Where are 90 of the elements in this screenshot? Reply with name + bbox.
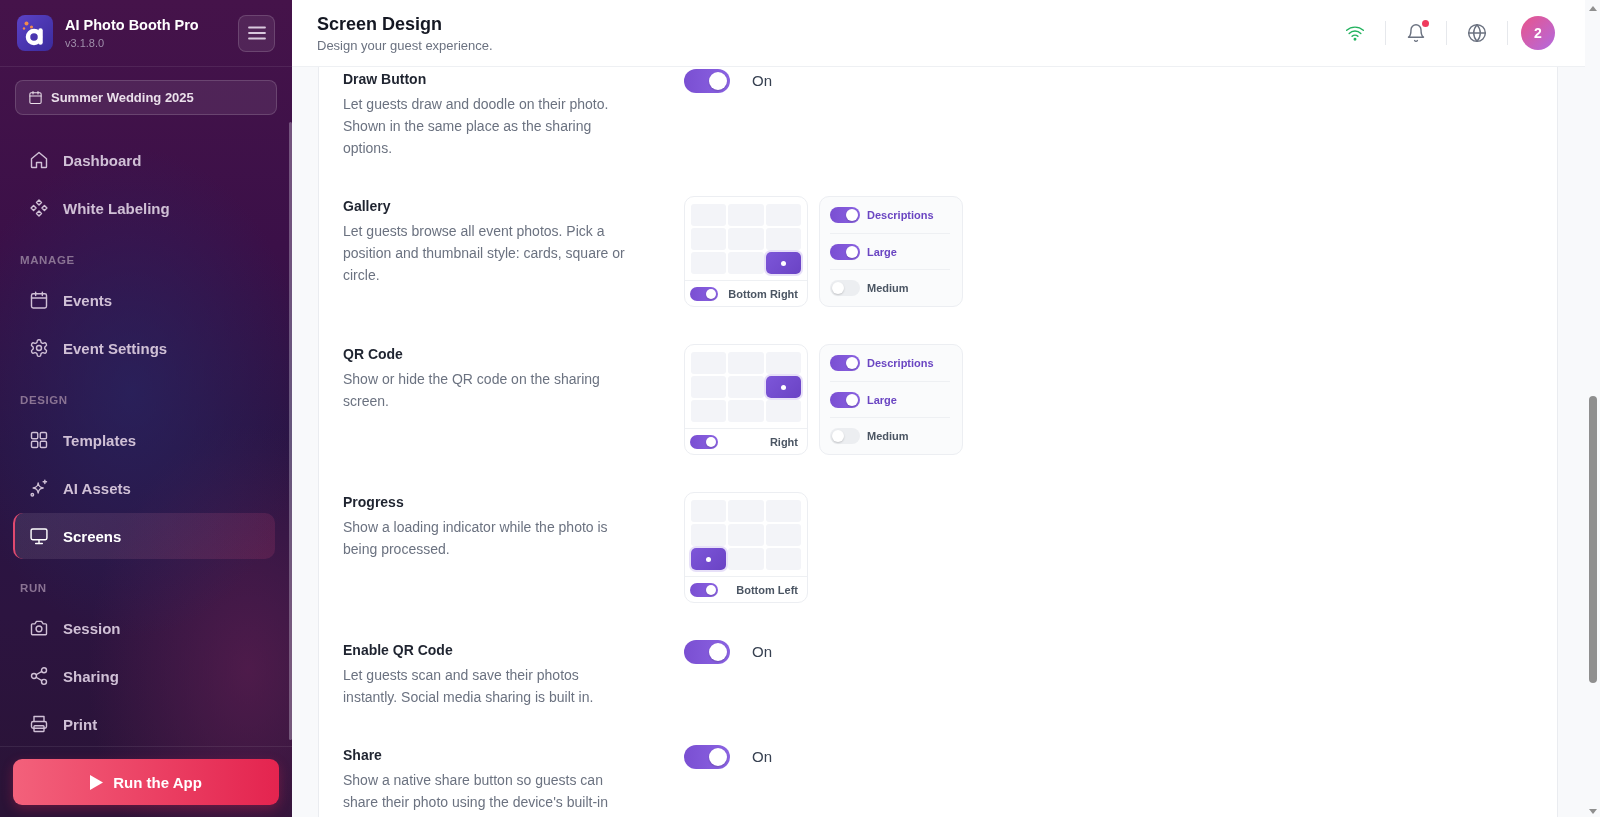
setting-description: Show a native share button so guests can share their photo using the device's built-in xyxy=(343,771,609,812)
nav-item[interactable]: Templates xyxy=(13,417,275,463)
nav-item[interactable]: White Labeling xyxy=(13,185,275,231)
position-cell[interactable] xyxy=(765,252,801,274)
camera-icon xyxy=(29,618,49,638)
section-label: DESIGN xyxy=(19,393,69,408)
scrollbar-thumb[interactable] xyxy=(1588,396,1597,683)
home-icon xyxy=(29,150,49,170)
toggle-switch[interactable] xyxy=(684,745,730,769)
position-cell[interactable] xyxy=(728,252,764,274)
calendar-icon xyxy=(28,90,43,105)
position-cell[interactable] xyxy=(728,376,764,398)
toggle-switch[interactable] xyxy=(830,428,860,445)
nav-item[interactable]: AI Assets xyxy=(13,465,275,511)
setting-description: Show a loading indicator while the photo is being processed. xyxy=(343,518,609,559)
toggle-switch[interactable] xyxy=(830,280,860,297)
event-selector[interactable]: Summer Wedding 2025 xyxy=(15,80,277,115)
option-label: Medium xyxy=(867,282,909,295)
page-subtitle: Design your guest experience. xyxy=(317,37,494,54)
diamonds-icon xyxy=(29,198,49,218)
user-avatar[interactable]: 2 xyxy=(1521,16,1555,50)
toggle-state-label: On xyxy=(752,71,772,91)
app-name: AI Photo Booth Pro xyxy=(65,16,200,34)
toggle-state-label: On xyxy=(752,747,772,767)
option-label: Descriptions xyxy=(867,356,934,369)
dot-icon xyxy=(706,556,712,562)
grid-icon xyxy=(29,430,49,450)
toggle-switch[interactable] xyxy=(684,640,730,664)
toggle-state-label: On xyxy=(752,642,772,662)
share-icon xyxy=(29,666,49,686)
position-cell[interactable] xyxy=(691,548,727,570)
position-label: Bottom Left xyxy=(736,583,798,596)
toggle-switch[interactable] xyxy=(830,243,860,260)
position-cell[interactable] xyxy=(765,352,801,374)
setting-description: Show or hide the QR code on the sharing screen. xyxy=(343,370,601,411)
setting-title: Enable QR Code xyxy=(343,641,454,660)
toggle-switch[interactable] xyxy=(690,434,718,449)
version-label: v3.1.8.0 xyxy=(65,37,106,50)
sparkle-icon xyxy=(29,478,49,498)
nav-item[interactable]: Sharing xyxy=(13,653,275,699)
monitor-icon xyxy=(29,526,49,546)
nav-item[interactable]: Session xyxy=(13,605,275,651)
setting-title: Share xyxy=(343,746,383,765)
option-label: Large xyxy=(867,393,897,406)
position-cell[interactable] xyxy=(691,524,727,546)
toggle-switch[interactable] xyxy=(684,69,730,93)
app-logo-icon xyxy=(17,15,53,51)
bell-icon[interactable] xyxy=(1406,23,1426,43)
toggle-switch[interactable] xyxy=(830,206,860,223)
nav-item[interactable]: Screens xyxy=(13,513,275,559)
dot-icon xyxy=(780,384,786,390)
toggle-switch[interactable] xyxy=(690,286,718,301)
nav-item[interactable]: Event Settings xyxy=(13,325,275,371)
position-cell[interactable] xyxy=(765,400,801,422)
scrollbar-thumb[interactable] xyxy=(289,122,292,740)
setting-title: Gallery xyxy=(343,197,392,216)
option-label: Large xyxy=(867,245,897,258)
toggle-switch[interactable] xyxy=(830,354,860,371)
globe-icon[interactable] xyxy=(1467,23,1487,43)
calendar-icon xyxy=(29,290,49,310)
toggle-switch[interactable] xyxy=(690,582,718,597)
position-label: Right xyxy=(769,435,798,448)
setting-title: QR Code xyxy=(343,345,404,364)
setting-description: Let guests browse all event photos. Pick a position and thumbnail style: cards, square or circle. xyxy=(343,222,626,285)
position-cell[interactable] xyxy=(765,228,801,250)
play-icon xyxy=(90,774,104,790)
position-cell[interactable] xyxy=(765,376,801,398)
scroll-up-arrow-icon[interactable] xyxy=(1588,6,1597,11)
nav-item[interactable]: Events xyxy=(13,277,275,323)
nav-item[interactable]: Print xyxy=(13,701,275,746)
toggle-switch[interactable] xyxy=(830,391,860,408)
menu-icon xyxy=(247,26,266,40)
setting-description: Let guests scan and save their photos instantly. Social media sharing is built in. xyxy=(343,666,595,707)
printer-icon xyxy=(29,714,49,734)
position-cell[interactable] xyxy=(728,548,764,570)
setting-description: Let guests draw and doodle on their photo. Shown in the same place as the sharing options. xyxy=(343,95,610,158)
section-label: MANAGE xyxy=(19,253,76,268)
dot-icon xyxy=(780,260,786,266)
menu-button[interactable] xyxy=(238,14,275,52)
option-label: Medium xyxy=(867,430,909,443)
page-title: Screen Design xyxy=(317,12,444,35)
run-app-button[interactable]: Run the App xyxy=(13,759,279,805)
setting-title: Draw Button xyxy=(343,70,428,89)
option-label: Descriptions xyxy=(867,208,934,221)
settings-icon xyxy=(29,338,49,358)
position-label: Bottom Right xyxy=(728,287,798,300)
scroll-down-arrow-icon[interactable] xyxy=(1588,809,1597,814)
nav-item[interactable]: Dashboard xyxy=(13,137,275,183)
setting-title: Progress xyxy=(343,493,405,512)
section-label: RUN xyxy=(19,581,48,596)
